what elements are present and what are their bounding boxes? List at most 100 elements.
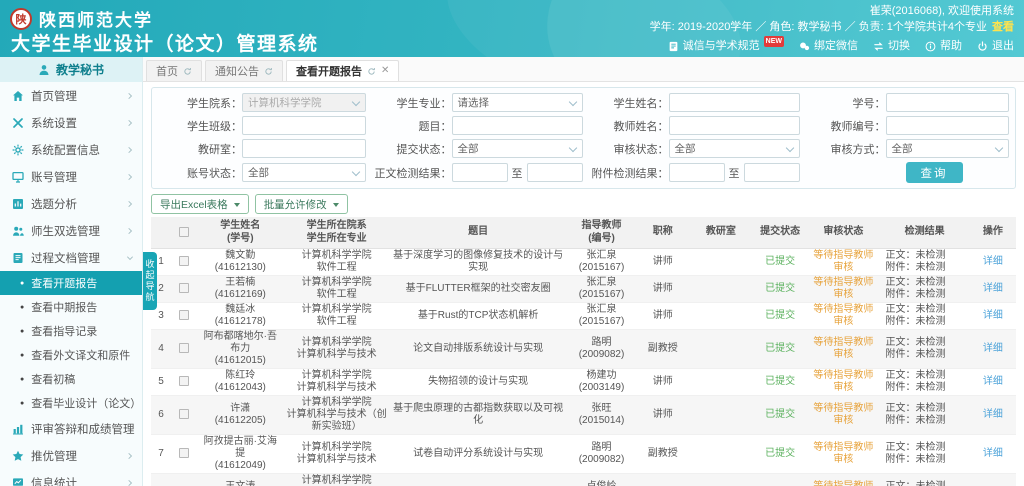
teaching-office-input[interactable] [242,139,366,158]
header-line: 职称 [638,226,688,239]
row-checkbox[interactable] [179,343,189,353]
sidebar-subitem-查看毕业设计（论文）[interactable]: ●查看毕业设计（论文） [0,391,142,415]
office-cell [689,303,753,330]
action-cell: 详细 [970,396,1016,435]
header-col-0: 学生姓名(学号) [197,217,283,249]
table-header-row: 学生姓名(学号)学生所在院系学生所在专业题目指导教师(编号)职称教研室提交状态审… [151,217,1016,249]
tab-label: 通知公告 [215,63,259,79]
submit-status: 已提交 [765,448,795,459]
sidebar-item-首页管理[interactable]: 首页管理 [0,82,142,109]
view-responsibility-link[interactable]: 查看 [992,21,1014,33]
header-link-wechat[interactable]: 绑定微信 [799,38,858,54]
filter-field-thesis-title: 题目： [368,116,583,135]
detail-link[interactable]: 详细 [983,343,1003,354]
filter-field-student-class: 学生班级： [158,116,366,135]
sidebar-subitem-查看初稿[interactable]: ●查看初稿 [0,367,142,391]
header-link-power[interactable]: 退出 [977,38,1014,54]
teacher-id: (2015167) [568,316,634,328]
sidebar-item-信息统计[interactable]: 信息统计 [0,469,142,486]
sidebar-subitem-查看开题报告[interactable]: ●查看开题报告 [0,271,142,295]
teacher-number-input[interactable] [886,116,1010,135]
sidebar-item-选题分析[interactable]: 选题分析 [0,190,142,217]
header-link-help[interactable]: 帮助 [925,38,962,54]
sidebar-subitem-查看中期报告[interactable]: ●查看中期报告 [0,295,142,319]
thesis-title-input[interactable] [452,116,583,135]
swap-icon [873,41,884,52]
detail-link[interactable]: 详细 [983,283,1003,294]
office-cell [689,330,753,369]
sidebar-item-过程文档管理[interactable]: 过程文档管理 [0,244,142,271]
tab-首页[interactable]: 首页 [146,60,202,81]
filter-field-account-status: 账号状态：全部 [158,162,366,183]
toolbar: 导出Excel表格 批量允许修改 [151,194,1016,214]
submit-status-select[interactable]: 全部 [452,139,583,158]
collapse-nav-tab[interactable]: 收起导航 [143,252,157,310]
sidebar-subitem-查看外文译文和原件[interactable]: ●查看外文译文和原件 [0,343,142,367]
row-checkbox[interactable] [179,256,189,266]
main-area: 首页通知公告 查看开题报告 ✕ 学生院系：计算机科学学院学生专业：请选择学生姓名：学… [143,57,1024,486]
export-excel-button[interactable]: 导出Excel表格 [151,194,249,214]
tab-通知公告[interactable]: 通知公告 [205,60,283,81]
sidebar-item-系统设置[interactable]: 系统设置 [0,109,142,136]
close-icon[interactable]: ✕ [381,66,389,76]
sidebar-subitem-查看指导记录[interactable]: ●查看指导记录 [0,319,142,343]
row-checkbox[interactable] [179,283,189,293]
filter-field-teacher-number: 教师编号： [802,116,1010,135]
search-button[interactable]: 查询 [906,162,963,183]
student-name: 王若楠 [199,277,281,289]
table-head: 学生姓名(学号)学生所在院系学生所在专业题目指导教师(编号)职称教研室提交状态审… [151,217,1016,249]
maintext-check-range-to-input[interactable] [527,163,583,182]
detail-link[interactable]: 详细 [983,376,1003,387]
bullet-icon: ● [20,280,24,287]
sidebar-item-师生双选管理[interactable]: 师生双选管理 [0,217,142,244]
teacher-name-input[interactable] [669,116,800,135]
filter-label: 审核方式： [802,141,886,157]
student-number-input[interactable] [886,93,1010,112]
student-major: 计算机科学与技术（创新实验班） [285,409,387,433]
attachment-check-range-from-input[interactable] [669,163,725,182]
student-name: 魏廷冰 [199,304,281,316]
header-link-swap[interactable]: 切换 [873,38,910,54]
sidebar-item-账号管理[interactable]: 账号管理 [0,163,142,190]
row-checkbox[interactable] [179,310,189,320]
detail-link[interactable]: 详细 [983,448,1003,459]
filter-field-teacher-name: 教师姓名： [585,116,800,135]
check-result-cell: 正文：未检测附件：未检测 [879,276,969,303]
sidebar-item-系统配置信息[interactable]: 系统配置信息 [0,136,142,163]
student-name: 魏文勤 [199,250,281,262]
header-link-doc[interactable]: 诚信与学术规范NEW [668,38,784,54]
row-index: 4 [151,330,171,369]
sidebar-item-评审答辩和成绩管理[interactable]: 评审答辩和成绩管理 [0,415,142,442]
student-major-select[interactable]: 请选择 [452,93,583,112]
tab-查看开题报告[interactable]: 查看开题报告 ✕ [286,60,399,81]
sidebar-item-推优管理[interactable]: 推优管理 [0,442,142,469]
header-col-4: 职称 [637,217,689,249]
batch-allow-edit-button[interactable]: 批量允许修改 [255,194,348,214]
row-checkbox[interactable] [179,448,189,458]
bullet-icon: ● [20,400,24,407]
tab-label: 查看开题报告 [296,63,362,79]
audit-status-cell: 等待指导教师审核 [807,396,879,435]
detail-link[interactable]: 详细 [983,256,1003,267]
student-college-select[interactable]: 计算机科学学院 [242,93,366,112]
attachment-check-range-to-input[interactable] [744,163,800,182]
row-checkbox-cell [171,276,197,303]
student-class-input[interactable] [242,116,366,135]
audit-status-select[interactable]: 全部 [669,139,800,158]
row-checkbox[interactable] [179,376,189,386]
audit-mode-select[interactable]: 全部 [886,139,1010,158]
check-result-cell: 正文：未检测附件：未检测 [879,474,969,486]
select-all-checkbox[interactable] [179,227,189,237]
account-status-select[interactable]: 全部 [242,163,366,182]
student-name-input[interactable] [669,93,800,112]
maintext-check-range-from-input[interactable] [452,163,508,182]
report-table: 学生姓名(学号)学生所在院系学生所在专业题目指导教师(编号)职称教研室提交状态审… [151,217,1016,486]
page: { "header": { "logo_char": "陕", "univers… [0,0,1024,486]
users-icon [12,225,24,237]
table-row: 8王文涛(41612163)计算机科学学院计算机科学与技术（创新实验班）面向课程… [151,474,1016,486]
row-checkbox[interactable] [179,409,189,419]
detail-link[interactable]: 详细 [983,409,1003,420]
filter-panel: 学生院系：计算机科学学院学生专业：请选择学生姓名：学号：学生班级：题目：教师姓名… [151,87,1016,189]
detail-link[interactable]: 详细 [983,310,1003,321]
student-name: 阿布都喀地尔·吾布力 [199,331,281,355]
